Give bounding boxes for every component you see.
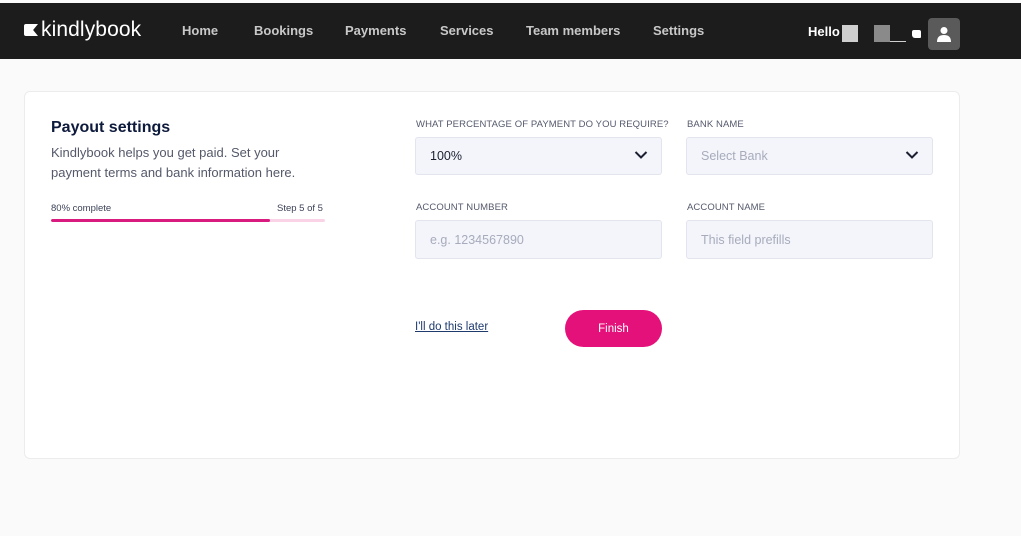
redacted-underline [890, 41, 906, 42]
page-title: Payout settings [51, 119, 171, 136]
nav-payments[interactable]: Payments [345, 23, 406, 38]
nav-services[interactable]: Services [440, 23, 494, 38]
account-name-input[interactable]: This field prefills [686, 220, 933, 259]
do-later-link[interactable]: I'll do this later [415, 321, 488, 333]
user-avatar-button[interactable] [928, 18, 960, 50]
account-number-placeholder: e.g. 1234567890 [430, 232, 524, 247]
progress-percent-label: 80% complete [51, 203, 112, 214]
bank-placeholder: Select Bank [701, 149, 768, 163]
progress-bar-fill [51, 219, 271, 222]
percentage-label: WHAT PERCENTAGE OF PAYMENT DO YOU REQUIR… [416, 119, 669, 130]
redacted-username-2 [874, 25, 890, 42]
percentage-value: 100% [430, 149, 462, 163]
logo-mark-icon [24, 24, 38, 36]
account-name-label: ACCOUNT NAME [687, 202, 766, 213]
chevron-down-icon [905, 151, 919, 159]
account-number-input[interactable]: e.g. 1234567890 [415, 220, 662, 259]
account-name-placeholder: This field prefills [701, 232, 791, 247]
nav-team-members[interactable]: Team members [526, 23, 620, 38]
finish-button[interactable]: Finish [565, 310, 662, 347]
wave-hand-icon [912, 30, 921, 38]
top-nav-bar: kindlybook Home Bookings Payments Servic… [0, 3, 1021, 59]
progress-step-label: Step 5 of 5 [277, 203, 323, 214]
greeting-text: Hello [808, 24, 840, 39]
nav-settings[interactable]: Settings [653, 23, 704, 38]
bank-select[interactable]: Select Bank [686, 137, 933, 175]
progress-bar [51, 219, 325, 222]
redacted-username [842, 25, 858, 42]
user-icon [937, 27, 951, 42]
brand-name: kindlybook [41, 18, 142, 41]
chevron-down-icon [634, 151, 648, 159]
page-description: Kindlybook helps you get paid. Set your … [51, 145, 296, 180]
account-number-label: ACCOUNT NUMBER [416, 202, 509, 213]
bank-name-label: BANK NAME [687, 119, 744, 130]
nav-home[interactable]: Home [182, 23, 218, 38]
percentage-select[interactable]: 100% [415, 137, 662, 175]
brand-logo[interactable]: kindlybook [24, 17, 141, 43]
nav-bookings[interactable]: Bookings [254, 23, 313, 38]
